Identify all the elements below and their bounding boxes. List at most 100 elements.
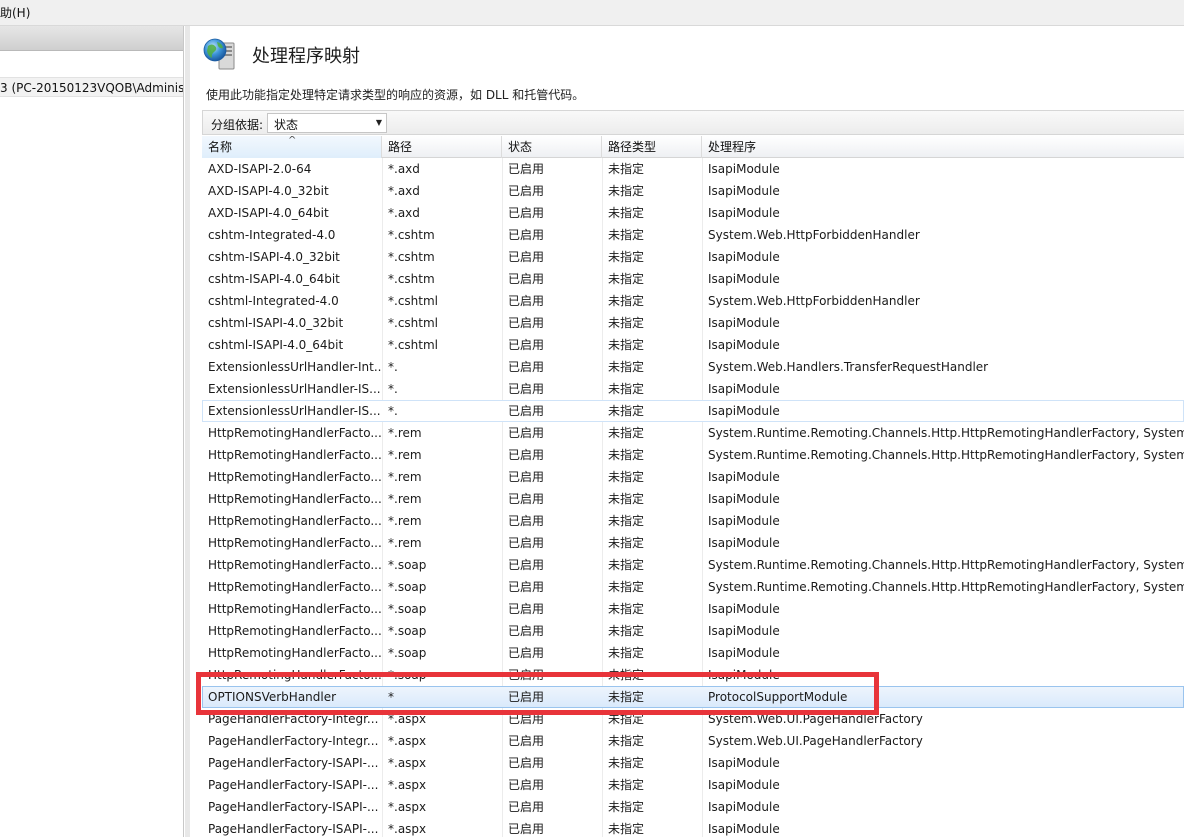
tree-server-node[interactable]: 3 (PC-20150123VQOB\Administrator) (0, 77, 183, 97)
cell-state: 已启用 (508, 250, 545, 264)
cell-path: *.cshtm (388, 228, 435, 242)
cell-state: 已启用 (508, 690, 545, 704)
table-row[interactable]: PageHandlerFactory-ISAPI-... *.aspx 已启用 未指定… (202, 796, 1184, 818)
cell-handler: System.Runtime.Remoting.Channels.Http.Ht… (708, 558, 1184, 572)
table-row[interactable]: cshtm-ISAPI-4.0_32bit *.cshtm 已启用 未指定 IsapiM… (202, 246, 1184, 268)
column-header-handler[interactable]: 处理程序 (702, 136, 1184, 158)
table-row[interactable]: PageHandlerFactory-ISAPI-... *.aspx 已启用 未指定… (202, 774, 1184, 796)
table-row[interactable]: HttpRemotingHandlerFacto... *.soap 已启用 未指定 I… (202, 598, 1184, 620)
cell-name: PageHandlerFactory-Integr... (208, 734, 379, 748)
cell-handler: System.Web.UI.PageHandlerFactory (708, 712, 923, 726)
cell-state: 已启用 (508, 382, 545, 396)
cell-state: 已启用 (508, 536, 545, 550)
cell-path-type: 未指定 (608, 756, 645, 770)
grid-header: 名称 ^ 路径 状态 路径类型 处理程序 (202, 136, 1184, 158)
table-row[interactable]: ExtensionlessUrlHandler-Int... *. 已启用 未指定 Sy… (202, 356, 1184, 378)
cell-path-type: 未指定 (608, 294, 645, 308)
cell-path-type: 未指定 (608, 514, 645, 528)
cell-path: *.aspx (388, 712, 427, 726)
sort-ascending-icon: ^ (288, 136, 297, 146)
cell-path-type: 未指定 (608, 778, 645, 792)
cell-name: cshtm-Integrated-4.0 (208, 228, 336, 242)
table-row[interactable]: HttpRemotingHandlerFacto... *.soap 已启用 未指定 I… (202, 664, 1184, 686)
column-header-path-type[interactable]: 路径类型 (602, 136, 702, 158)
cell-path-type: 未指定 (608, 558, 645, 572)
table-row[interactable]: PageHandlerFactory-ISAPI-... *.aspx 已启用 未指定… (202, 818, 1184, 837)
table-row[interactable]: cshtml-ISAPI-4.0_64bit *.cshtml 已启用 未指定 Isap… (202, 334, 1184, 356)
cell-path-type: 未指定 (608, 492, 645, 506)
group-by-label: 分组依据: (211, 118, 264, 132)
table-row[interactable]: HttpRemotingHandlerFacto... *.rem 已启用 未指定 Is… (202, 466, 1184, 488)
menu-help[interactable]: 助(H) (0, 4, 30, 21)
table-row[interactable]: HttpRemotingHandlerFacto... *.rem 已启用 未指定 Is… (202, 510, 1184, 532)
cell-path: *.soap (388, 668, 427, 682)
table-row[interactable]: PageHandlerFactory-ISAPI-... *.aspx 已启用 未指定… (202, 752, 1184, 774)
table-row[interactable]: AXD-ISAPI-4.0_64bit *.axd 已启用 未指定 IsapiModul… (202, 202, 1184, 224)
table-row[interactable]: HttpRemotingHandlerFacto... *.soap 已启用 未指定 I… (202, 642, 1184, 664)
cell-handler: System.Web.Handlers.TransferRequestHandl… (708, 360, 989, 374)
table-row[interactable]: HttpRemotingHandlerFacto... *.soap 已启用 未指定 S… (202, 576, 1184, 598)
group-by-select[interactable]: 状态 ▼ (267, 113, 387, 133)
cell-name: cshtml-ISAPI-4.0_64bit (208, 338, 344, 352)
cell-path: *.soap (388, 624, 427, 638)
table-row[interactable]: HttpRemotingHandlerFacto... *.soap 已启用 未指定 I… (202, 620, 1184, 642)
cell-name: ExtensionlessUrlHandler-IS... (208, 382, 381, 396)
cell-state: 已启用 (508, 822, 545, 836)
cell-path: * (388, 690, 394, 704)
cell-name: HttpRemotingHandlerFacto... (208, 668, 382, 682)
table-row[interactable]: HttpRemotingHandlerFacto... *.soap 已启用 未指定 S… (202, 554, 1184, 576)
table-row[interactable]: PageHandlerFactory-Integr... *.aspx 已启用 未指定… (202, 730, 1184, 752)
cell-name: HttpRemotingHandlerFacto... (208, 514, 382, 528)
cell-handler: IsapiModule (708, 756, 780, 770)
column-header-state[interactable]: 状态 (502, 136, 602, 158)
cell-path: *.rem (388, 536, 422, 550)
cell-state: 已启用 (508, 228, 545, 242)
cell-name: HttpRemotingHandlerFacto... (208, 602, 382, 616)
cell-path-type: 未指定 (608, 668, 645, 682)
cell-handler: IsapiModule (708, 272, 780, 286)
grid-rows: AXD-ISAPI-2.0-64 *.axd 已启用 未指定 IsapiModule AX… (202, 158, 1184, 837)
table-row[interactable]: HttpRemotingHandlerFacto... *.rem 已启用 未指定 Sy… (202, 422, 1184, 444)
table-row[interactable]: AXD-ISAPI-4.0_32bit *.axd 已启用 未指定 IsapiModul… (202, 180, 1184, 202)
cell-state: 已启用 (508, 558, 545, 572)
cell-name: OPTIONSVerbHandler (208, 690, 337, 704)
table-row[interactable]: HttpRemotingHandlerFacto... *.rem 已启用 未指定 Is… (202, 532, 1184, 554)
table-row[interactable]: AXD-ISAPI-2.0-64 *.axd 已启用 未指定 IsapiModule (202, 158, 1184, 180)
cell-state: 已启用 (508, 162, 545, 176)
cell-path: *.aspx (388, 778, 427, 792)
table-row[interactable]: cshtml-Integrated-4.0 *.cshtml 已启用 未指定 Syste… (202, 290, 1184, 312)
cell-name: cshtml-Integrated-4.0 (208, 294, 339, 308)
cell-handler: IsapiModule (708, 338, 780, 352)
table-row[interactable]: ExtensionlessUrlHandler-IS... *. 已启用 未指定 Isa… (202, 378, 1184, 400)
cell-handler: System.Runtime.Remoting.Channels.Http.Ht… (708, 448, 1184, 462)
table-row[interactable]: ExtensionlessUrlHandler-IS... *. 已启用 未指定 Isa… (202, 400, 1184, 422)
cell-handler: IsapiModule (708, 646, 780, 660)
cell-handler: IsapiModule (708, 536, 780, 550)
table-row[interactable]: cshtml-ISAPI-4.0_32bit *.cshtml 已启用 未指定 Isap… (202, 312, 1184, 334)
table-row[interactable]: OPTIONSVerbHandler * 已启用 未指定 ProtocolSupport… (202, 686, 1184, 708)
cell-name: HttpRemotingHandlerFacto... (208, 624, 382, 638)
table-row[interactable]: cshtm-ISAPI-4.0_64bit *.cshtm 已启用 未指定 IsapiM… (202, 268, 1184, 290)
connections-pane-header (0, 26, 183, 51)
cell-path: *.cshtm (388, 272, 435, 286)
cell-name: cshtm-ISAPI-4.0_64bit (208, 272, 340, 286)
cell-path: *.cshtml (388, 294, 438, 308)
cell-name: AXD-ISAPI-2.0-64 (208, 162, 312, 176)
handler-mappings-icon (202, 37, 238, 71)
table-row[interactable]: HttpRemotingHandlerFacto... *.rem 已启用 未指定 Is… (202, 488, 1184, 510)
table-row[interactable]: HttpRemotingHandlerFacto... *.rem 已启用 未指定 Sy… (202, 444, 1184, 466)
table-row[interactable]: PageHandlerFactory-Integr... *.aspx 已启用 未指定… (202, 708, 1184, 730)
cell-path: *.rem (388, 470, 422, 484)
cell-path: *.aspx (388, 734, 427, 748)
column-header-path[interactable]: 路径 (382, 136, 502, 158)
cell-handler: IsapiModule (708, 382, 780, 396)
column-header-name[interactable]: 名称 ^ (202, 136, 382, 158)
cell-path: *.cshtml (388, 338, 438, 352)
cell-path-type: 未指定 (608, 360, 645, 374)
cell-state: 已启用 (508, 778, 545, 792)
cell-path-type: 未指定 (608, 316, 645, 330)
cell-path: *. (388, 360, 398, 374)
cell-handler: System.Web.HttpForbiddenHandler (708, 228, 920, 242)
cell-path: *.soap (388, 580, 427, 594)
table-row[interactable]: cshtm-Integrated-4.0 *.cshtm 已启用 未指定 System.… (202, 224, 1184, 246)
